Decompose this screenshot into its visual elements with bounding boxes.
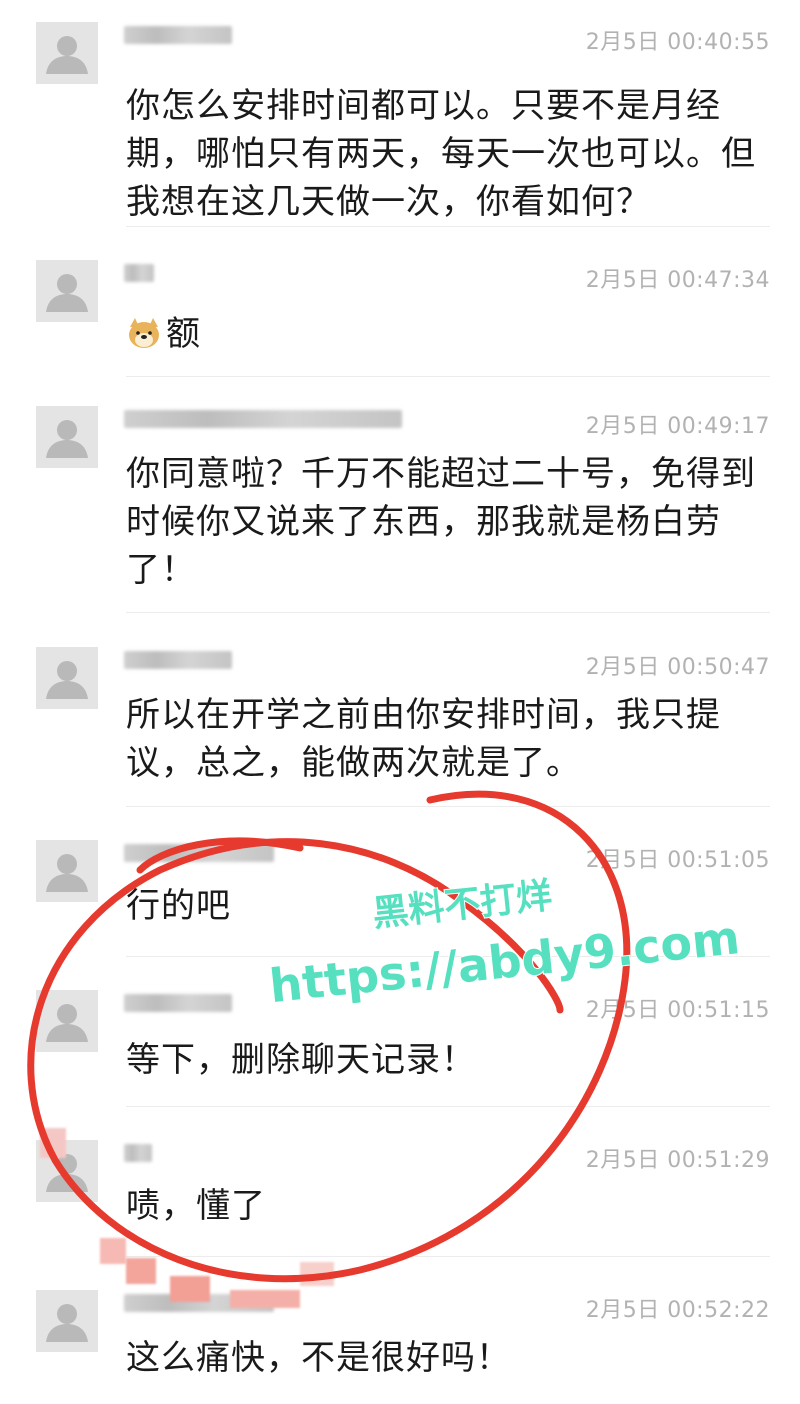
message-divider: [126, 1256, 770, 1257]
default-user-icon: [36, 647, 98, 709]
default-user-icon: [36, 990, 98, 1052]
chat-message: 2月5日 00:51:29 啧，懂了: [0, 1138, 800, 1240]
default-user-icon: [36, 406, 98, 468]
pixelated-redaction: [100, 1238, 126, 1264]
chat-message: 2月5日 00:40:55 你怎么安排时间都可以。只要不是月经期，哪怕只有两天，每…: [0, 20, 800, 236]
message-text[interactable]: 这么痛快，不是很好吗！: [126, 1334, 766, 1382]
default-user-icon: [36, 1290, 98, 1352]
message-divider: [126, 376, 770, 377]
message-divider: [126, 612, 770, 613]
message-text[interactable]: 行的吧: [126, 882, 766, 930]
sender-name-redacted: [124, 1144, 152, 1162]
pixelated-redaction: [230, 1290, 300, 1308]
pixelated-redaction: [300, 1262, 334, 1286]
default-user-icon: [36, 22, 98, 84]
sender-name-redacted: [124, 844, 274, 862]
default-user-icon: [36, 260, 98, 322]
avatar[interactable]: [36, 260, 98, 322]
sender-name-redacted: [124, 264, 154, 282]
default-user-icon: [36, 840, 98, 902]
message-text[interactable]: 啧，懂了: [126, 1182, 766, 1230]
message-divider: [126, 956, 770, 957]
message-timestamp: 2月5日 00:47:34: [585, 268, 770, 293]
avatar[interactable]: [36, 840, 98, 902]
avatar[interactable]: [36, 647, 98, 709]
chat-history: 2月5日 00:40:55 你怎么安排时间都可以。只要不是月经期，哪怕只有两天，每…: [0, 0, 800, 1404]
avatar[interactable]: [36, 1290, 98, 1352]
message-text[interactable]: 等下，删除聊天记录！: [126, 1036, 766, 1084]
chat-message: 2月5日 00:52:22 这么痛快，不是很好吗！: [0, 1288, 800, 1392]
chat-message: 2月5日 00:49:17 你同意啦？千万不能超过二十号，免得到时候你又说来了东西…: [0, 404, 800, 604]
message-timestamp: 2月5日 00:50:47: [585, 655, 770, 680]
chat-message: 2月5日 00:50:47 所以在开学之前由你安排时间，我只提议，总之，能做两次就…: [0, 645, 800, 797]
message-divider: [126, 806, 770, 807]
message-timestamp: 2月5日 00:52:22: [585, 1298, 770, 1323]
sender-name-redacted: [124, 994, 232, 1012]
message-text[interactable]: 额: [126, 310, 766, 358]
avatar[interactable]: [36, 406, 98, 468]
pixelated-redaction: [170, 1276, 210, 1302]
message-text[interactable]: 你同意啦？千万不能超过二十号，免得到时候你又说来了东西，那我就是杨白劳了！: [126, 450, 766, 594]
message-timestamp: 2月5日 00:40:55: [585, 30, 770, 55]
message-divider: [126, 1106, 770, 1107]
message-timestamp: 2月5日 00:51:29: [585, 1148, 770, 1173]
sender-name-redacted: [124, 410, 402, 428]
pixelated-redaction: [126, 1258, 156, 1284]
message-text[interactable]: 你怎么安排时间都可以。只要不是月经期，哪怕只有两天，每天一次也可以。但我想在这几…: [126, 82, 766, 226]
message-timestamp: 2月5日 00:51:05: [585, 848, 770, 873]
chat-message: 2月5日 00:47:34 额: [0, 258, 800, 368]
message-text[interactable]: 所以在开学之前由你安排时间，我只提议，总之，能做两次就是了。: [126, 691, 766, 787]
avatar[interactable]: [36, 22, 98, 84]
message-text-content: 额: [166, 314, 201, 354]
message-divider: [126, 226, 770, 227]
message-timestamp: 2月5日 00:51:15: [585, 998, 770, 1023]
pixelated-redaction: [40, 1128, 66, 1158]
doge-emoji-icon: [129, 318, 159, 348]
message-timestamp: 2月5日 00:49:17: [585, 414, 770, 439]
avatar[interactable]: [36, 990, 98, 1052]
sender-name-redacted: [124, 651, 232, 669]
chat-message: 2月5日 00:51:15 等下，删除聊天记录！: [0, 988, 800, 1094]
sender-name-redacted: [124, 26, 232, 44]
chat-message: 2月5日 00:51:05 行的吧: [0, 838, 800, 940]
